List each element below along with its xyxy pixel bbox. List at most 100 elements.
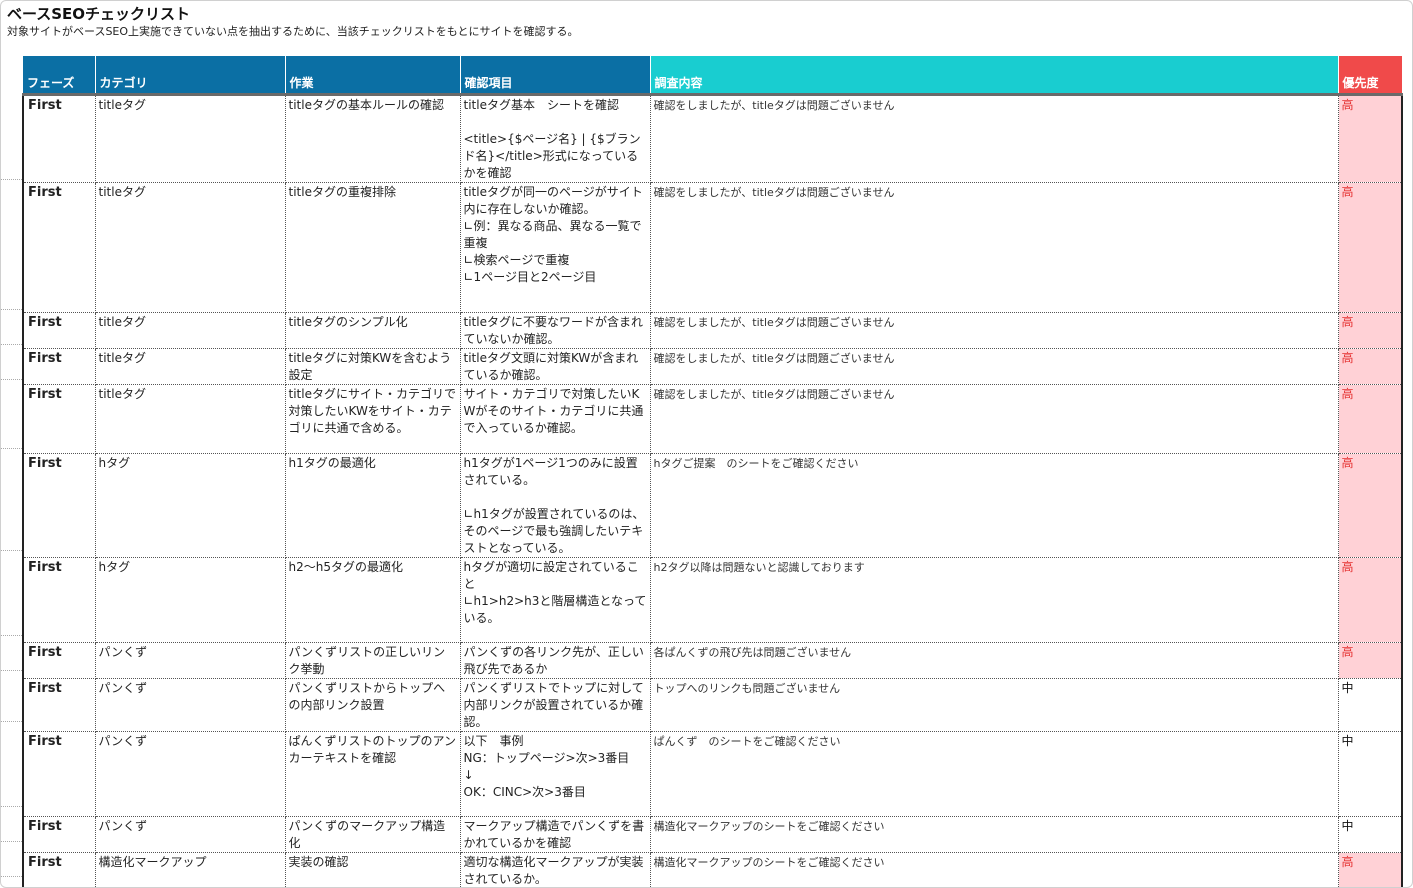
cell-check[interactable]: サイト・カテゴリで対策したいKWがそのサイト・カテゴリに共通で入っているか確認。 xyxy=(460,384,651,454)
table-row: First パンくず パンくずリストの正しいリンク挙動 パンくずの各リンク先が、正しい… xyxy=(22,642,1403,679)
table-row: First 構造化マークアップ 実装の確認 適切な構造化マークアップが実装されているか… xyxy=(22,852,1403,887)
cell-result[interactable]: 構造化マークアップのシートをご確認ください xyxy=(650,816,1339,853)
cell-category[interactable]: hタグ xyxy=(95,453,286,558)
cell-task[interactable]: パンくずのマークアップ構造化 xyxy=(285,816,461,853)
row-gutter-line xyxy=(1,179,22,180)
cell-phase[interactable]: First xyxy=(22,852,96,887)
cell-priority[interactable]: 高 xyxy=(1338,852,1403,887)
cell-result[interactable]: 確認をしましたが、titleタグは問題ございません xyxy=(650,94,1339,183)
cell-category[interactable]: titleタグ xyxy=(95,182,286,313)
cell-phase[interactable]: First xyxy=(22,816,96,853)
header-task[interactable]: 作業 xyxy=(285,56,461,94)
header-priority[interactable]: 優先度 xyxy=(1338,56,1403,94)
row-gutter-line xyxy=(1,309,22,310)
cell-phase[interactable]: First xyxy=(22,94,96,183)
cell-check[interactable]: パンくずリストでトップに対して内部リンクが設置されているか確認。 xyxy=(460,678,651,732)
cell-result[interactable]: 各ぱんくずの飛び先は問題ございません xyxy=(650,642,1339,679)
cell-check[interactable]: titleタグに不要なワードが含まれていないか確認。 xyxy=(460,312,651,349)
cell-check[interactable]: 以下 事例 NG：トップページ>次>3番目 ↓ OK：CINC>次>3番目 xyxy=(460,731,651,817)
cell-category[interactable]: パンくず xyxy=(95,731,286,817)
cell-priority[interactable]: 高 xyxy=(1338,182,1403,313)
cell-phase[interactable]: First xyxy=(22,312,96,349)
table-row: First titleタグ titleタグに対策KWを含むよう設定 titleタグ文頭… xyxy=(22,348,1403,385)
page-description: 対象サイトがベースSEO上実施できていない点を抽出するために、当該チェックリスト… xyxy=(7,25,579,38)
cell-category[interactable]: titleタグ xyxy=(95,312,286,349)
cell-result[interactable]: h2タグ以降は問題ないと認識しております xyxy=(650,557,1339,643)
row-gutter-line xyxy=(1,806,22,807)
cell-result[interactable]: 構造化マークアップのシートをご確認ください xyxy=(650,852,1339,887)
cell-phase[interactable]: First xyxy=(22,642,96,679)
cell-category[interactable]: パンくず xyxy=(95,642,286,679)
row-gutter-line xyxy=(1,876,22,877)
cell-result[interactable]: 確認をしましたが、titleタグは問題ございません xyxy=(650,348,1339,385)
cell-task[interactable]: h1タグの最適化 xyxy=(285,453,461,558)
cell-check[interactable]: h1タグが1ページ1つのみに設置されている。 ∟h1タグが設置されているのは、そ… xyxy=(460,453,651,558)
cell-result[interactable]: ぱんくず のシートをご確認ください xyxy=(650,731,1339,817)
cell-phase[interactable]: First xyxy=(22,453,96,558)
cell-category[interactable]: titleタグ xyxy=(95,384,286,454)
cell-category[interactable]: titleタグ xyxy=(95,94,286,183)
cell-category[interactable]: パンくず xyxy=(95,678,286,732)
cell-priority[interactable]: 高 xyxy=(1338,453,1403,558)
cell-priority[interactable]: 高 xyxy=(1338,312,1403,349)
cell-check[interactable]: titleタグが同一のページがサイト内に存在しないか確認。 ∟例：異なる商品、異… xyxy=(460,182,651,313)
cell-priority[interactable]: 高 xyxy=(1338,348,1403,385)
cell-priority[interactable]: 高 xyxy=(1338,557,1403,643)
cell-check[interactable]: 適切な構造化マークアップが実装されているか。 xyxy=(460,852,651,887)
header-check[interactable]: 確認項目 xyxy=(460,56,651,94)
cell-task[interactable]: titleタグの基本ルールの確認 xyxy=(285,94,461,183)
cell-category[interactable]: 構造化マークアップ xyxy=(95,852,286,887)
table-row: First titleタグ titleタグのシンプル化 titleタグに不要なワードが… xyxy=(22,312,1403,349)
cell-priority[interactable]: 高 xyxy=(1338,642,1403,679)
cell-priority[interactable]: 中 xyxy=(1338,816,1403,853)
cell-task[interactable]: titleタグにサイト・カテゴリで対策したいKWをサイト・カテゴリに共通で含める… xyxy=(285,384,461,454)
cell-category[interactable]: パンくず xyxy=(95,816,286,853)
cell-task[interactable]: titleタグのシンプル化 xyxy=(285,312,461,349)
cell-result[interactable]: トップへのリンクも問題ございません xyxy=(650,678,1339,732)
cell-task[interactable]: 実装の確認 xyxy=(285,852,461,887)
cell-check[interactable]: hタグが適切に設定されていること ∟h1>h2>h3と階層構造となっている。 xyxy=(460,557,651,643)
row-gutter-line xyxy=(1,635,22,636)
table-row: First hタグ h1タグの最適化 h1タグが1ページ1つのみに設置されている。 ∟… xyxy=(22,453,1403,558)
cell-task[interactable]: パンくずリストの正しいリンク挙動 xyxy=(285,642,461,679)
cell-check[interactable]: titleタグ文頭に対策KWが含まれているか確認。 xyxy=(460,348,651,385)
header-row: フェーズ カテゴリ 作業 確認項目 調査内容 優先度 xyxy=(23,56,1403,94)
cell-phase[interactable]: First xyxy=(22,384,96,454)
cell-task[interactable]: titleタグに対策KWを含むよう設定 xyxy=(285,348,461,385)
cell-priority[interactable]: 高 xyxy=(1338,384,1403,454)
row-gutter-line xyxy=(1,841,22,842)
cell-result[interactable]: hタグご提案 のシートをご確認ください xyxy=(650,453,1339,558)
header-category[interactable]: カテゴリ xyxy=(95,56,286,94)
cell-phase[interactable]: First xyxy=(22,678,96,732)
row-gutter-line xyxy=(1,344,22,345)
row-gutter-line xyxy=(1,448,22,449)
cell-task[interactable]: h2〜h5タグの最適化 xyxy=(285,557,461,643)
cell-result[interactable]: 確認をしましたが、titleタグは問題ございません xyxy=(650,312,1339,349)
cell-result[interactable]: 確認をしましたが、titleタグは問題ございません xyxy=(650,384,1339,454)
row-gutter-line xyxy=(1,379,22,380)
cell-check[interactable]: パンくずの各リンク先が、正しい飛び先であるか xyxy=(460,642,651,679)
cell-priority[interactable]: 中 xyxy=(1338,678,1403,732)
table-row: First パンくず ぱんくずリストのトップのアンカーテキストを確認 以下 事例 NG… xyxy=(22,731,1403,817)
header-result[interactable]: 調査内容 xyxy=(650,56,1339,94)
page-title: ベースSEOチェックリスト xyxy=(7,5,191,23)
cell-phase[interactable]: First xyxy=(22,348,96,385)
cell-check[interactable]: titleタグ基本 シートを確認 <title>{$ページ名} | {$ブランド… xyxy=(460,94,651,183)
cell-task[interactable]: ぱんくずリストのトップのアンカーテキストを確認 xyxy=(285,731,461,817)
table-row: First titleタグ titleタグの基本ルールの確認 titleタグ基本 シー… xyxy=(22,94,1403,183)
row-gutter-line xyxy=(1,550,22,551)
cell-check[interactable]: マークアップ構造でパンくずを書かれているかを確認 xyxy=(460,816,651,853)
cell-category[interactable]: titleタグ xyxy=(95,348,286,385)
cell-phase[interactable]: First xyxy=(22,557,96,643)
table-row: First hタグ h2〜h5タグの最適化 hタグが適切に設定されていること ∟h1>… xyxy=(22,557,1403,643)
cell-phase[interactable]: First xyxy=(22,182,96,313)
cell-priority[interactable]: 高 xyxy=(1338,94,1403,183)
cell-result[interactable]: 確認をしましたが、titleタグは問題ございません xyxy=(650,182,1339,313)
header-phase[interactable]: フェーズ xyxy=(23,56,96,94)
cell-task[interactable]: パンくずリストからトップへの内部リンク設置 xyxy=(285,678,461,732)
table-row: First titleタグ titleタグにサイト・カテゴリで対策したいKWをサイト… xyxy=(22,384,1403,454)
cell-phase[interactable]: First xyxy=(22,731,96,817)
cell-category[interactable]: hタグ xyxy=(95,557,286,643)
cell-priority[interactable]: 中 xyxy=(1338,731,1403,817)
cell-task[interactable]: titleタグの重複排除 xyxy=(285,182,461,313)
